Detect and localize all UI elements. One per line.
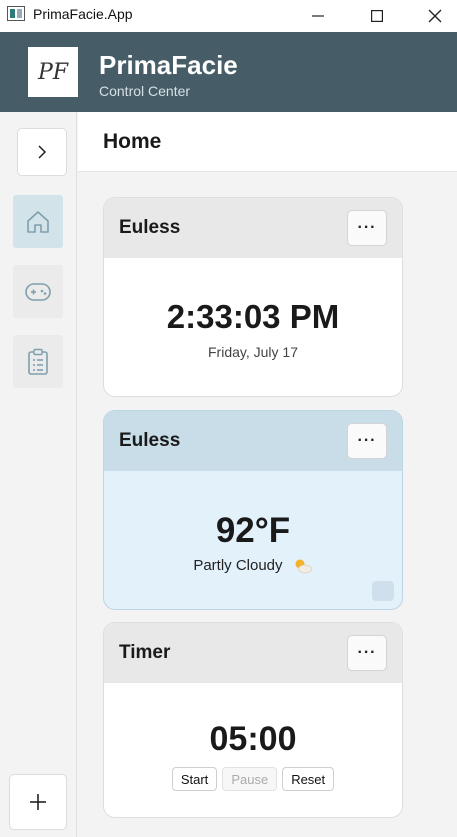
timer-start-button[interactable]: Start (171, 767, 218, 791)
card-header: Euless ··· (104, 411, 402, 471)
minimize-icon (312, 15, 324, 17)
sidebar-item-tasks[interactable] (13, 335, 63, 388)
maximize-icon (371, 10, 383, 22)
minimize-button[interactable] (295, 0, 341, 32)
clipboard-list-icon (28, 348, 48, 375)
weather-card: Euless ··· 92°F Partly Cloudy (103, 410, 403, 610)
card-title: Euless (119, 217, 181, 238)
card-menu-button[interactable]: ··· (347, 210, 387, 246)
sidebar (0, 112, 77, 837)
sidebar-item-games[interactable] (13, 265, 63, 318)
card-header: Euless ··· (104, 198, 402, 258)
card-header: Timer ··· (104, 623, 402, 683)
card-title: Euless (119, 430, 181, 451)
app-header: PF PrimaFacie Control Center (0, 32, 457, 112)
clock-date: Friday, July 17 (208, 344, 298, 360)
home-icon (27, 210, 49, 233)
logo: PF (28, 47, 78, 97)
add-widget-button[interactable] (9, 774, 67, 830)
timer-card: Timer ··· 05:00 Start Pause Reset (103, 622, 403, 818)
weather-condition-row: Partly Cloudy (104, 557, 402, 574)
card-title: Timer (119, 642, 171, 663)
gamepad-icon (25, 282, 51, 301)
partly-cloudy-icon (295, 559, 312, 574)
timer-pause-button[interactable]: Pause (222, 767, 278, 791)
main-header: Home (78, 112, 457, 172)
plus-icon (30, 794, 46, 810)
more-icon: ··· (357, 432, 377, 449)
more-icon: ··· (357, 219, 377, 236)
timer-controls: Start Pause Reset (104, 767, 402, 791)
chevron-right-icon (38, 145, 47, 159)
clock-time: 2:33:03 PM (166, 298, 340, 335)
more-icon: ··· (357, 644, 377, 661)
page-title: Home (103, 130, 162, 153)
expand-sidebar-button[interactable] (17, 128, 67, 176)
sidebar-item-home[interactable] (13, 195, 63, 248)
maximize-button[interactable] (354, 0, 400, 32)
refresh-indicator[interactable] (372, 581, 394, 601)
timer-value: 05:00 (209, 720, 297, 758)
dashboard-content: Euless ··· 2:33:03 PM Friday, July 17 Eu… (78, 172, 457, 837)
close-icon (428, 9, 442, 23)
card-menu-button[interactable]: ··· (347, 423, 387, 459)
weather-temperature: 92°F (215, 511, 291, 550)
app-icon (7, 6, 25, 21)
timer-reset-button[interactable]: Reset (282, 767, 335, 791)
clock-card: Euless ··· 2:33:03 PM Friday, July 17 (103, 197, 403, 397)
close-button[interactable] (412, 0, 457, 32)
app-subtitle: Control Center (99, 83, 191, 99)
card-menu-button[interactable]: ··· (347, 635, 387, 671)
app-title: PrimaFacie (99, 50, 238, 80)
logo-text: PF (37, 59, 69, 85)
window-title: PrimaFacie.App (33, 6, 133, 22)
title-bar: PrimaFacie.App (0, 0, 457, 32)
weather-condition: Partly Cloudy (193, 557, 283, 574)
